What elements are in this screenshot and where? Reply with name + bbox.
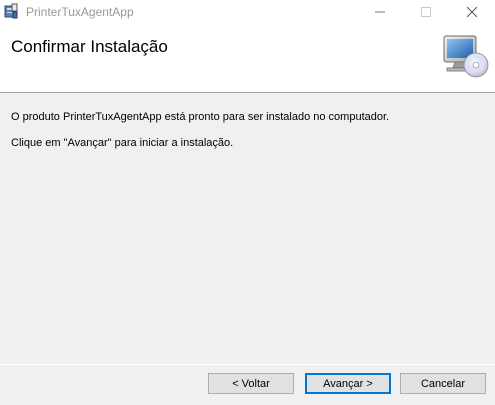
window-title: PrinterTuxAgentApp (26, 5, 134, 19)
title-bar: PrinterTuxAgentApp (0, 0, 495, 24)
header-banner: Confirmar Instalação (0, 24, 495, 93)
instruction-message: Clique em "Avançar" para iniciar a insta… (11, 137, 234, 149)
next-button[interactable]: Avançar > (305, 373, 391, 394)
maximize-button[interactable] (403, 0, 449, 24)
close-icon (467, 7, 477, 17)
installer-app-icon (4, 3, 18, 19)
minimize-icon (375, 11, 385, 13)
footer-separator (0, 364, 495, 365)
ready-message: O produto PrinterTuxAgentApp está pronto… (11, 111, 390, 123)
page-title: Confirmar Instalação (11, 37, 168, 56)
maximize-icon (421, 7, 431, 17)
cancel-button[interactable]: Cancelar (400, 373, 486, 394)
computer-cd-icon (443, 35, 489, 78)
installer-window: PrinterTuxAgentApp Confirmar Instalação (0, 0, 495, 405)
back-button[interactable]: < Voltar (208, 373, 294, 394)
close-button[interactable] (449, 0, 495, 24)
minimize-button[interactable] (357, 0, 403, 24)
